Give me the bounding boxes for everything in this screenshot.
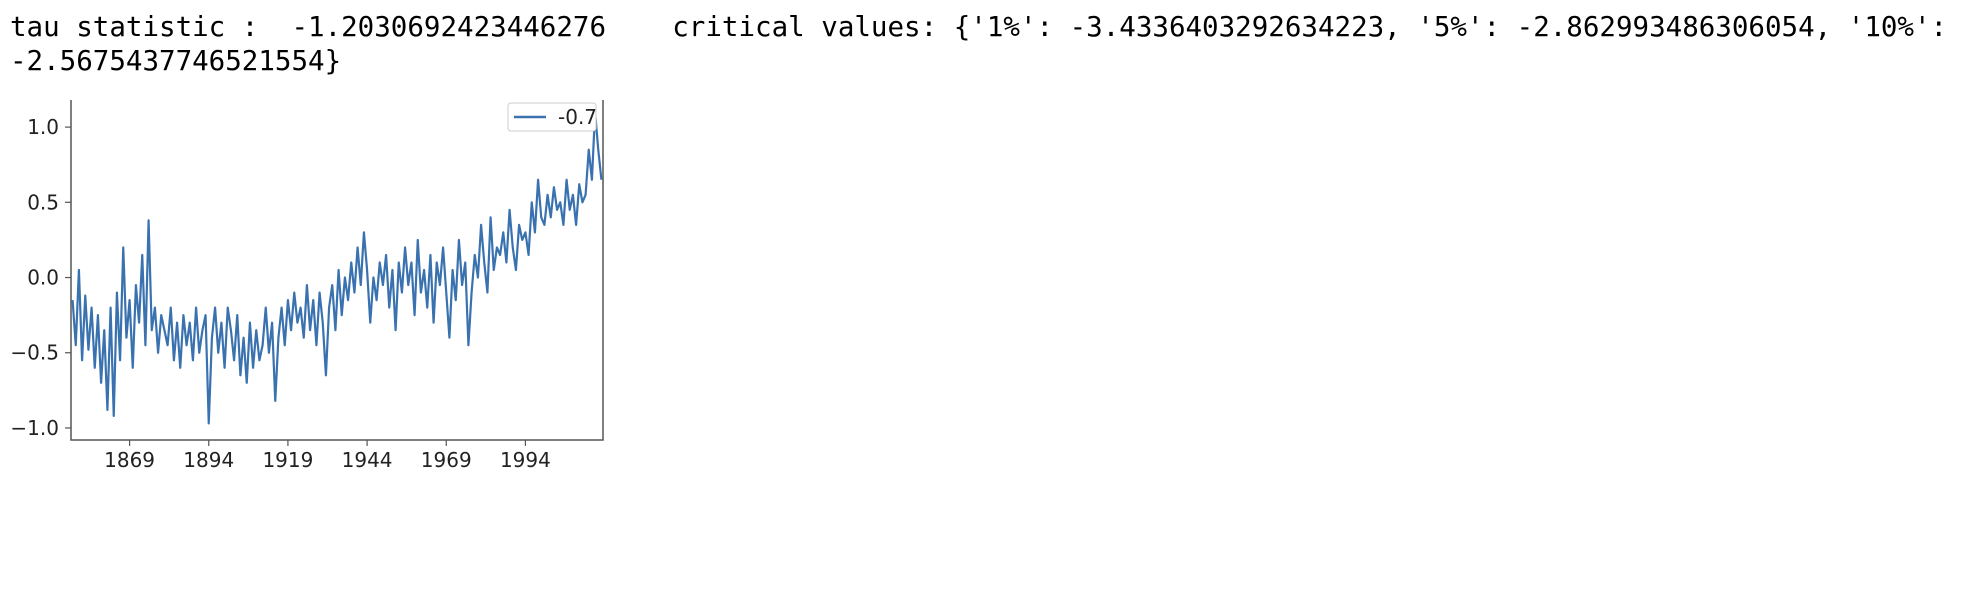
- y-tick-label: 1.0: [27, 115, 59, 139]
- y-tick-label: 0.0: [27, 266, 59, 290]
- x-tick-label: 1919: [262, 448, 313, 472]
- legend: -0.7: [507, 102, 597, 132]
- y-tick-label: −0.5: [10, 341, 59, 365]
- x-tick-label: 1869: [104, 448, 155, 472]
- legend-label: -0.7: [558, 105, 597, 129]
- y-tick-label: −1.0: [10, 416, 59, 440]
- temperature-line-chart: 1.0 0.5 0.0 −0.5 −1.0 1869 1894 1919 1944 1969 199…: [10, 100, 604, 472]
- y-tick-label: 0.5: [27, 190, 59, 214]
- adf-test-output-text: tau statistic : -1.2030692423446276 crit…: [10, 11, 1964, 77]
- x-tick-label: 1969: [421, 448, 472, 472]
- x-tick-label: 1994: [500, 448, 551, 472]
- x-tick-label: 1894: [183, 448, 234, 472]
- x-tick-label: 1944: [342, 448, 393, 472]
